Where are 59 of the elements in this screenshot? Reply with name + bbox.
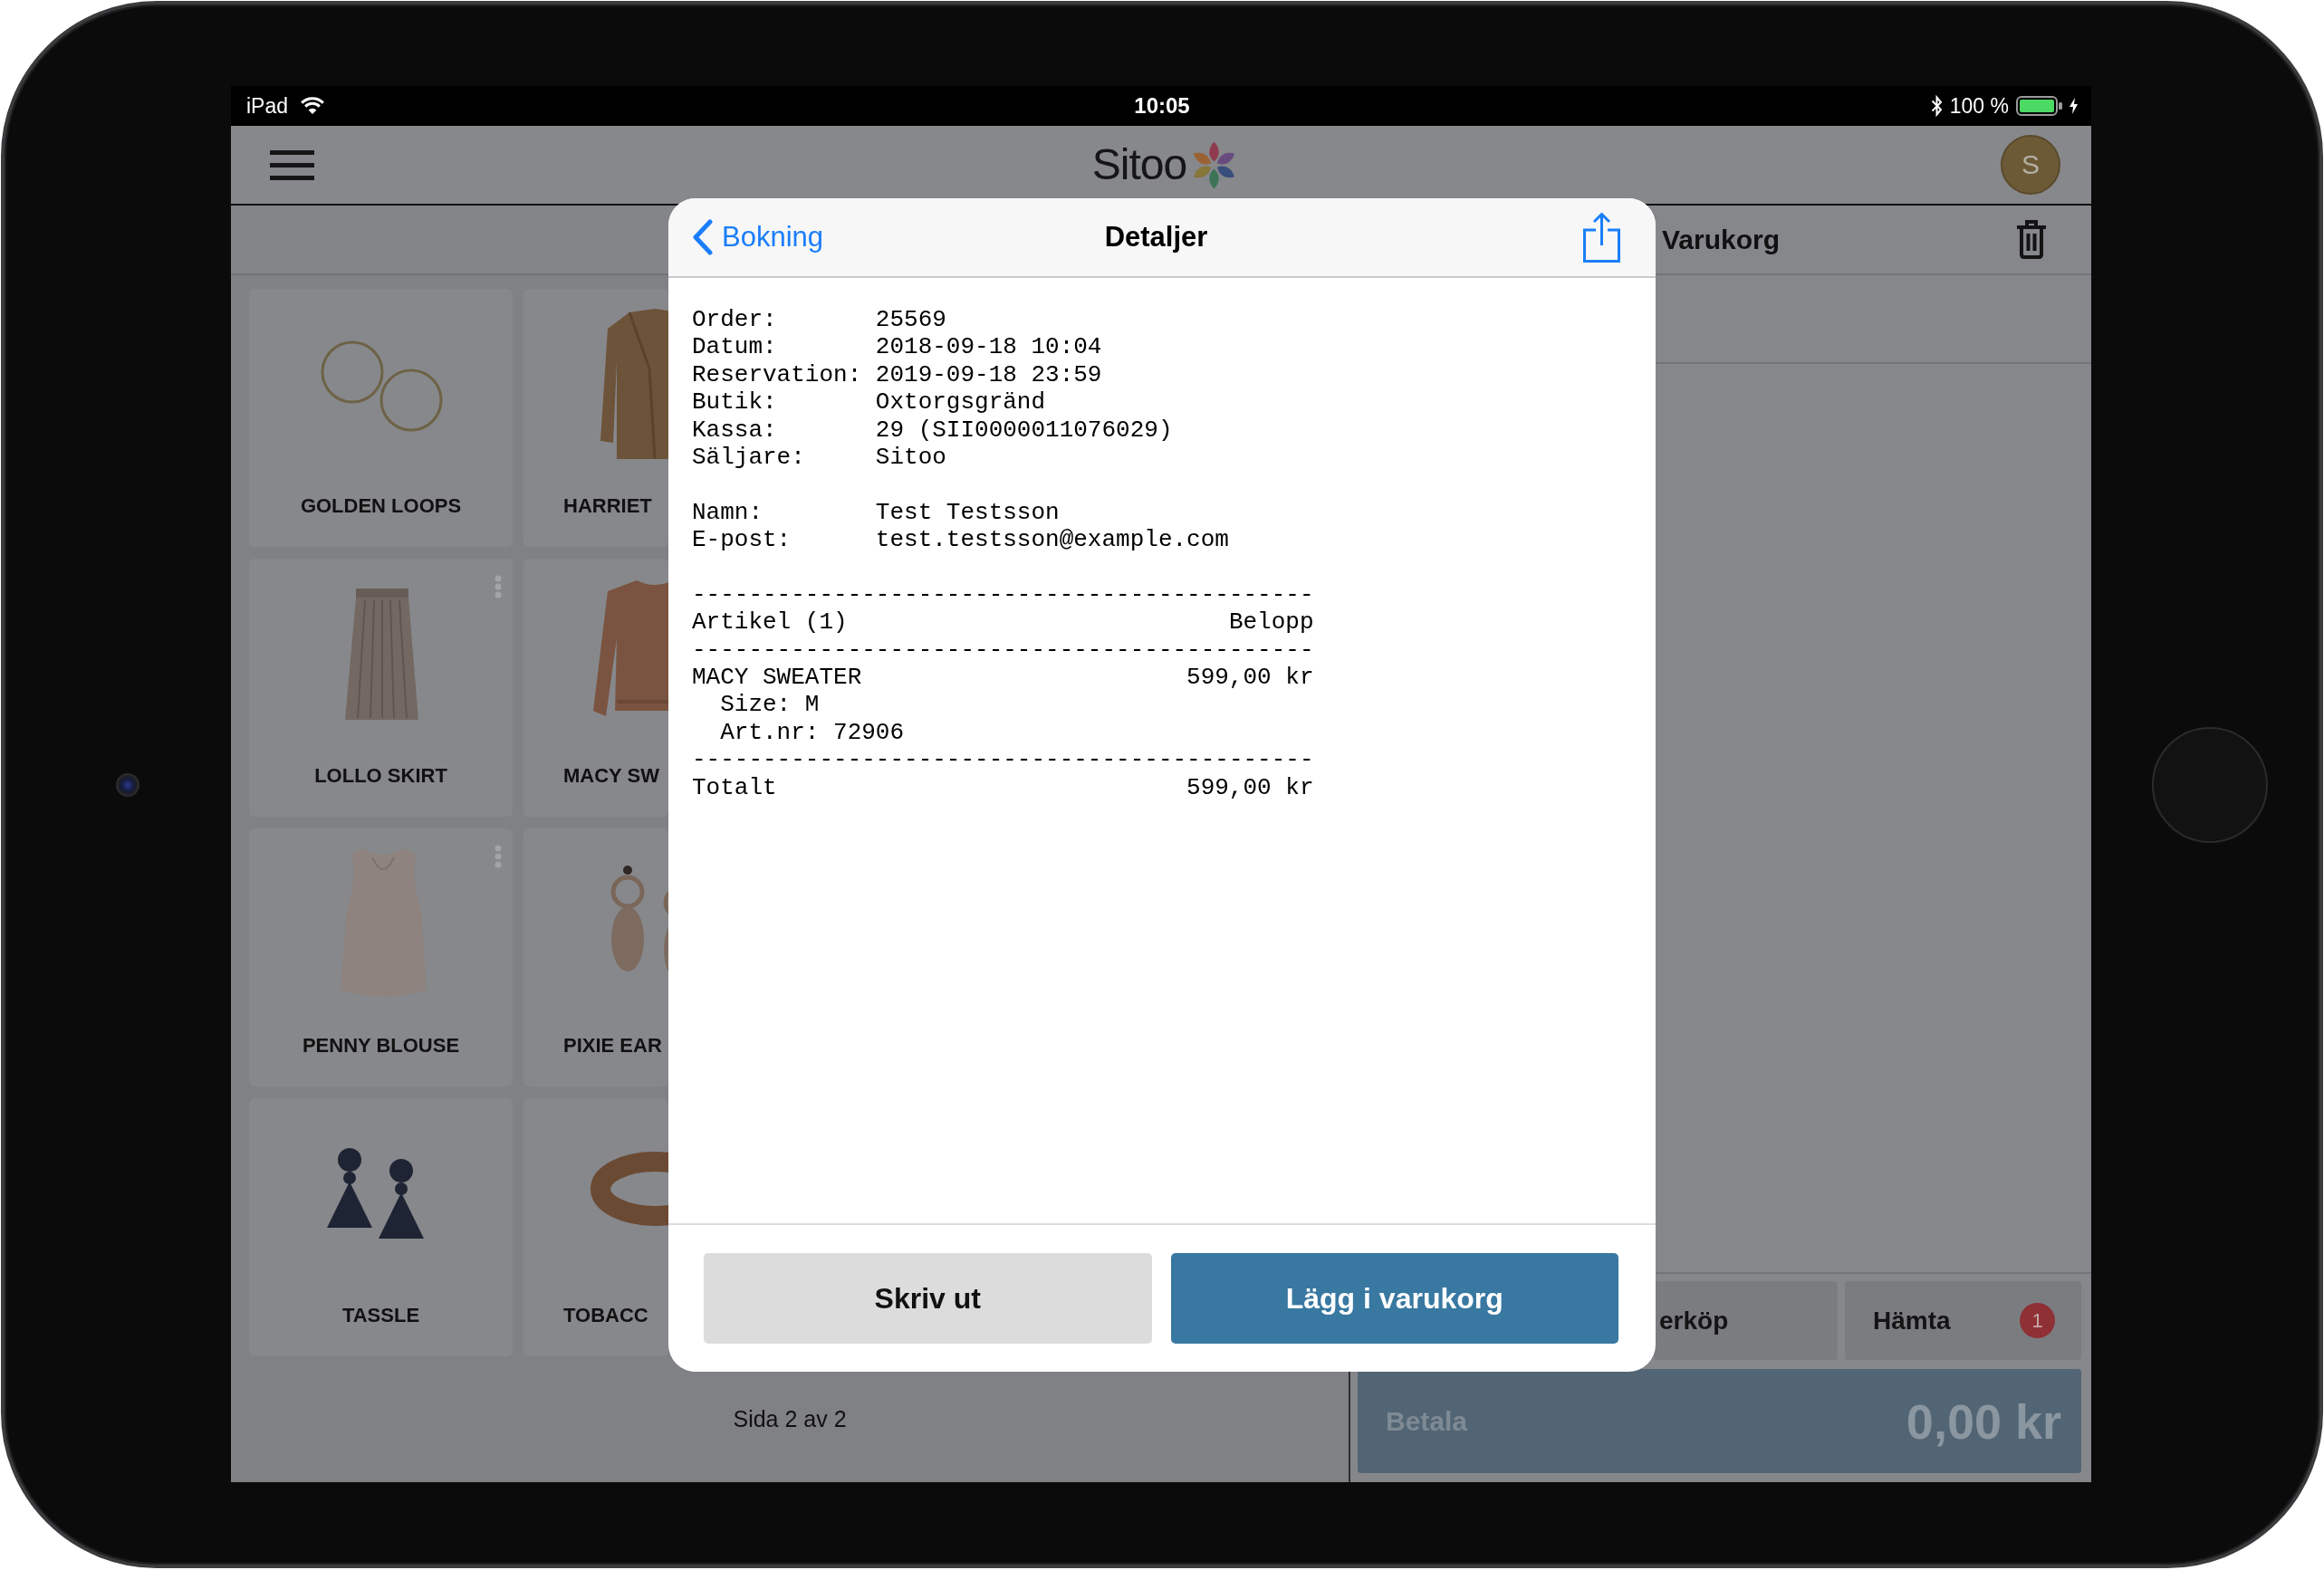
bluetooth-icon [1930,95,1943,117]
wifi-icon [301,97,325,115]
page-indicator: Sida 2 av 2 [733,1406,847,1432]
pay-amount: 0,00 kr [1906,1393,2061,1450]
product-tile[interactable]: PENNY BLOUSE [249,828,513,1087]
print-button[interactable]: Skriv ut [704,1253,1152,1344]
receipt-value: 2019-09-18 23:59 [875,360,1102,389]
receipt-value: Sitoo [875,443,946,472]
receipt-value: 599,00 kr [1186,773,1314,802]
receipt-separator: -------------------------------------------- [692,636,1314,665]
add-to-cart-button[interactable]: Lägg i varukorg [1170,1253,1618,1344]
receipt-label: E-post: [692,526,792,554]
receipt-value: 599,00 kr [1186,664,1314,692]
receipt-value: Belopp [1228,608,1314,637]
back-button[interactable]: Bokning [692,218,824,256]
receipt-value: 29 (SII0000011076029) [875,416,1173,444]
clock: 10:05 [1134,93,1190,119]
receipt-label: Artikel (1) [692,608,848,637]
receipt-value: Test Testsson [875,498,1060,527]
receipt-label: Order: [692,306,778,334]
receipt-separator: -------------------------------------------- [692,580,1314,609]
receipt-value: 2018-09-18 10:04 [875,333,1102,361]
product-tile[interactable]: TOBACC [523,1098,668,1356]
trash-icon[interactable] [2017,220,2046,259]
receipt-value: Oxtorgsgränd [875,388,1046,416]
cart-action-button[interactable]: erköp [1654,1281,1838,1360]
receipt-label: Totalt [692,773,777,802]
device-name: iPad [246,93,289,119]
receipt-label: Reservation: [692,360,863,389]
product-tile[interactable]: LOLLO SKIRT [249,559,513,817]
receipt-label: Datum: [692,333,778,361]
camera-lens-icon [116,772,139,797]
product-tile[interactable]: PIXIE EAR [523,828,668,1087]
cart-title: Varukorg [1661,224,1781,255]
product-tile[interactable]: GOLDEN LOOPS [249,289,513,547]
receipt-detail: Art.nr: 72906 [720,718,905,747]
count-badge: 1 [2020,1303,2055,1338]
receipt-label: Butik: [692,388,778,416]
user-avatar[interactable]: S [2001,135,2060,195]
receipt-label: MACY SWEATER [692,664,862,692]
receipt-label: Säljare: [692,443,806,472]
chevron-left-icon [692,218,714,256]
receipt-value: 25569 [875,306,946,334]
product-tile[interactable]: MACY SW [523,559,668,817]
receipt-value: test.testsson@example.com [875,526,1229,554]
battery-icon [2016,96,2062,116]
charging-bolt-icon [2070,98,2078,114]
product-tile[interactable]: TASSLE [249,1098,513,1356]
cart-action-button[interactable]: Hämta 1 [1845,1281,2081,1360]
menu-icon[interactable] [270,149,314,180]
dialog-title: Detaljer [1104,221,1208,254]
receipt-detail: Size: M [720,691,820,719]
battery-percentage: 100 % [1949,93,2009,119]
receipt-label: Kassa: [692,416,778,444]
receipt-separator: -------------------------------------------- [692,746,1314,774]
receipt-label: Namn: [692,498,763,527]
share-icon[interactable] [1583,212,1620,263]
product-tile[interactable]: HARRIET [523,289,668,547]
logo-wordmark: Sitoo [1091,143,1187,187]
